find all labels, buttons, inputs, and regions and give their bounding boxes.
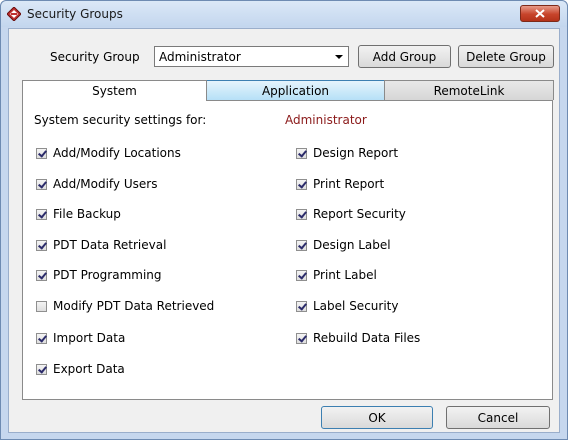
close-button[interactable] <box>520 5 560 22</box>
tab-application[interactable]: Application <box>206 80 385 100</box>
security-group-select[interactable]: Administrator <box>154 46 349 67</box>
checkbox-print-label[interactable]: Print Label <box>296 268 377 282</box>
checkbox-box[interactable] <box>36 208 47 220</box>
checkbox-label: Print Report <box>313 177 385 191</box>
checkbox-design-label[interactable]: Design Label <box>296 238 391 252</box>
checkbox-box[interactable] <box>296 178 307 190</box>
checkbox-pdt-programming[interactable]: PDT Programming <box>36 268 162 282</box>
checkbox-label-security[interactable]: Label Security <box>296 299 398 313</box>
checkbox-box[interactable] <box>36 178 47 190</box>
checkbox-label: Modify PDT Data Retrieved <box>53 299 215 313</box>
ok-button[interactable]: OK <box>321 406 433 429</box>
checkbox-box[interactable] <box>296 147 307 159</box>
checkbox-print-report[interactable]: Print Report <box>296 177 384 191</box>
checkbox-box[interactable] <box>36 269 47 281</box>
checkbox-box[interactable] <box>296 332 307 344</box>
checkbox-label: Design Label <box>313 238 391 252</box>
checkbox-label: Label Security <box>313 299 399 313</box>
checkbox-report-security[interactable]: Report Security <box>296 207 406 221</box>
cancel-button[interactable]: Cancel <box>446 406 550 429</box>
security-groups-window: Security Groups Security Group Administr… <box>0 0 568 440</box>
delete-group-button[interactable]: Delete Group <box>458 45 554 68</box>
checkbox-label: Export Data <box>53 362 125 376</box>
checkbox-label: PDT Data Retrieval <box>53 238 167 252</box>
window-title: Security Groups <box>27 7 123 21</box>
checkbox-label: Design Report <box>313 146 399 160</box>
dialog-body: Security Group Administrator Add Group D… <box>8 28 560 433</box>
selected-group-name: Administrator <box>285 113 367 127</box>
checkbox-box[interactable] <box>296 269 307 281</box>
checkbox-add-modify-users[interactable]: Add/Modify Users <box>36 177 157 191</box>
checkbox-label: Add/Modify Locations <box>53 146 181 160</box>
checkbox-modify-pdt-data-retrieved[interactable]: Modify PDT Data Retrieved <box>36 299 214 313</box>
checkbox-label: Import Data <box>53 331 126 345</box>
checkbox-label: Rebuild Data Files <box>313 331 421 345</box>
checkbox-box[interactable] <box>36 332 47 344</box>
add-group-button[interactable]: Add Group <box>358 45 451 68</box>
close-icon <box>535 9 545 18</box>
checkbox-design-report[interactable]: Design Report <box>296 146 398 160</box>
checkbox-label: Print Label <box>313 268 377 282</box>
tab-remotelink[interactable]: RemoteLink <box>384 80 554 100</box>
tab-system[interactable]: System <box>22 80 207 101</box>
security-group-label: Security Group <box>50 50 140 64</box>
system-settings-panel: System security settings for: Administra… <box>22 100 553 400</box>
checkbox-label: Add/Modify Users <box>53 177 158 191</box>
checkbox-import-data[interactable]: Import Data <box>36 331 125 345</box>
checkbox-export-data[interactable]: Export Data <box>36 362 125 376</box>
checkbox-label: PDT Programming <box>53 268 162 282</box>
security-diamond-icon <box>7 7 21 21</box>
checkbox-box[interactable] <box>36 363 47 375</box>
checkbox-label: Report Security <box>313 207 406 221</box>
checkbox-box[interactable] <box>296 300 307 312</box>
checkbox-file-backup[interactable]: File Backup <box>36 207 121 221</box>
checkbox-box[interactable] <box>36 239 47 251</box>
chevron-down-icon <box>335 55 343 59</box>
title-bar[interactable]: Security Groups <box>1 1 567 27</box>
checkbox-box[interactable] <box>36 300 47 312</box>
checkbox-box[interactable] <box>296 239 307 251</box>
panel-heading: System security settings for: <box>34 113 207 127</box>
checkbox-box[interactable] <box>296 208 307 220</box>
checkbox-rebuild-data-files[interactable]: Rebuild Data Files <box>296 331 420 345</box>
checkbox-add-modify-locations[interactable]: Add/Modify Locations <box>36 146 181 160</box>
checkbox-pdt-data-retrieval[interactable]: PDT Data Retrieval <box>36 238 166 252</box>
security-group-value: Administrator <box>159 50 241 64</box>
checkbox-label: File Backup <box>53 207 121 221</box>
checkbox-box[interactable] <box>36 147 47 159</box>
